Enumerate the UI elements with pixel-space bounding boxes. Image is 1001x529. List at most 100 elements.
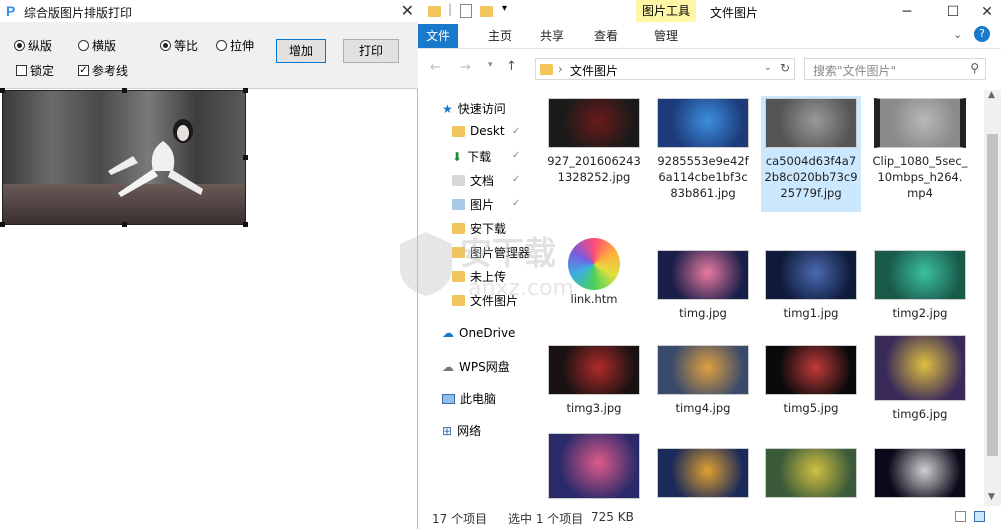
portrait-radio[interactable]: 纵版 xyxy=(14,37,52,54)
print-button[interactable]: 打印 xyxy=(343,39,399,63)
breadcrumb[interactable]: 文件图片 xyxy=(570,62,618,79)
resize-handle[interactable] xyxy=(243,222,248,227)
ribbon-tabs: 文件 主页 共享 查看 管理 ⌄ ? xyxy=(418,24,1001,49)
file-tile[interactable]: timg1.jpg xyxy=(761,250,861,321)
proportional-radio[interactable]: 等比 xyxy=(160,37,198,54)
stretch-radio[interactable]: 拉伸 xyxy=(216,37,254,54)
nav-label: Deskt xyxy=(470,124,505,138)
file-tile[interactable]: timg5.jpg xyxy=(761,345,861,416)
file-name-line: 9285553e9e42f xyxy=(657,154,749,168)
nav-label: 此电脑 xyxy=(460,392,497,406)
resize-handle[interactable] xyxy=(243,88,248,93)
file-tile[interactable]: timg2.jpg xyxy=(870,250,970,321)
qat-dropdown-icon[interactable]: ▾ xyxy=(502,3,507,14)
help-icon[interactable]: ? xyxy=(974,26,990,42)
tab-home[interactable]: 主页 xyxy=(480,24,520,48)
guides-checkbox[interactable]: ✓ 参考线 xyxy=(78,62,128,79)
selected-photo[interactable] xyxy=(2,90,246,225)
pin-icon[interactable]: ✓ xyxy=(512,198,520,209)
resize-handle[interactable] xyxy=(122,88,127,93)
file-tile[interactable]: 927_201606243 1328252.jpg xyxy=(544,98,644,185)
properties-icon[interactable] xyxy=(460,4,472,18)
nav-downloads[interactable]: ⬇ 下载 xyxy=(452,148,491,165)
ribbon-expand-icon[interactable]: ⌄ xyxy=(953,28,962,41)
file-tile[interactable] xyxy=(544,433,644,504)
scroll-thumb[interactable] xyxy=(987,134,998,456)
tab-file[interactable]: 文件 xyxy=(418,24,458,48)
address-dropdown-icon[interactable]: ⌄ xyxy=(764,62,772,73)
nav-desktop[interactable]: Deskt xyxy=(452,124,505,138)
nav-quick-access[interactable]: ★ 快速访问 xyxy=(442,100,506,117)
minimize-icon[interactable]: ─ xyxy=(884,0,930,24)
landscape-radio[interactable]: 横版 xyxy=(78,37,116,54)
resize-handle[interactable] xyxy=(0,88,5,93)
cloud-icon: ☁ xyxy=(442,326,454,340)
watermark-url: anxz.com xyxy=(468,276,574,301)
file-tile[interactable] xyxy=(653,448,753,503)
pin-icon[interactable]: ✓ xyxy=(512,174,520,185)
nav-onedrive[interactable]: ☁ OneDrive xyxy=(442,326,515,340)
resize-handle[interactable] xyxy=(0,222,5,227)
checkbox-checked-box: ✓ xyxy=(78,65,89,76)
file-tile[interactable]: timg3.jpg xyxy=(544,345,644,416)
details-view-icon[interactable] xyxy=(955,511,966,522)
file-thumbnail xyxy=(548,433,640,499)
nav-documents[interactable]: 文档 xyxy=(452,172,494,189)
add-button[interactable]: 增加 xyxy=(276,39,326,63)
file-name-line: timg4.jpg xyxy=(675,401,731,415)
item-count: 17 个项目 xyxy=(432,512,488,526)
up-icon[interactable]: ↑ xyxy=(506,59,517,74)
file-tile[interactable]: Clip_1080_5sec_ 10mbps_h264. mp4 xyxy=(870,98,970,201)
file-tile[interactable]: timg.jpg xyxy=(653,250,753,321)
file-thumbnail xyxy=(874,250,966,300)
search-input[interactable]: 搜索"文件图片" ⚲ xyxy=(804,58,986,80)
landscape-label: 横版 xyxy=(92,39,117,53)
close-icon[interactable]: ✕ xyxy=(973,0,1001,24)
forward-icon[interactable]: → xyxy=(460,60,471,75)
pin-icon[interactable]: ✓ xyxy=(512,150,520,161)
file-thumbnail xyxy=(874,335,966,401)
back-icon[interactable]: ← xyxy=(430,60,441,75)
resize-handle[interactable] xyxy=(122,222,127,227)
lock-checkbox[interactable]: 锁定 xyxy=(16,62,54,79)
close-icon[interactable]: ✕ xyxy=(401,1,414,20)
file-tile[interactable]: 9285553e9e42f 6a114cbe1bf3c 83b861.jpg xyxy=(653,98,753,201)
folder-icon xyxy=(540,64,553,75)
vertical-scrollbar[interactable]: ▲ ▼ xyxy=(984,90,1001,506)
scroll-up-icon[interactable]: ▲ xyxy=(988,90,995,100)
address-box[interactable]: › 文件图片 ⌄ ↻ xyxy=(535,58,795,80)
file-tile[interactable] xyxy=(870,448,970,503)
file-name-line: timg2.jpg xyxy=(892,306,948,320)
file-tile[interactable] xyxy=(761,448,861,503)
tab-share[interactable]: 共享 xyxy=(532,24,572,48)
refresh-icon[interactable]: ↻ xyxy=(780,61,790,75)
scroll-down-icon[interactable]: ▼ xyxy=(988,492,995,502)
nav-label: 网络 xyxy=(457,424,482,438)
file-tile-selected[interactable]: ca5004d63f4a7 2b8c020bb73c9 25779f.jpg xyxy=(761,96,861,212)
nav-this-pc[interactable]: 此电脑 xyxy=(442,390,496,407)
nav-wps[interactable]: ☁ WPS网盘 xyxy=(442,358,510,375)
tab-manage[interactable]: 管理 xyxy=(646,24,686,48)
pin-icon[interactable]: ✓ xyxy=(512,126,520,137)
file-tile[interactable]: timg4.jpg xyxy=(653,345,753,416)
selected-size: 725 KB xyxy=(591,510,634,524)
new-folder-icon[interactable] xyxy=(480,6,493,17)
star-icon: ★ xyxy=(442,101,453,116)
recent-dropdown-icon[interactable]: ▾ xyxy=(488,60,493,70)
maximize-icon[interactable]: ☐ xyxy=(930,0,976,24)
file-thumbnail xyxy=(765,98,857,148)
file-name-line: timg5.jpg xyxy=(783,401,839,415)
nav-network[interactable]: ⊞ 网络 xyxy=(442,422,481,439)
thumbnail-view-icon[interactable] xyxy=(974,511,985,522)
resize-handle[interactable] xyxy=(243,155,248,160)
file-thumbnail xyxy=(874,448,966,498)
file-thumbnail xyxy=(548,345,640,395)
picture-tools-tab[interactable]: 图片工具 xyxy=(636,0,697,22)
file-thumbnail xyxy=(765,345,857,395)
file-tile[interactable]: timg6.jpg xyxy=(870,335,970,422)
nav-pictures[interactable]: 图片 xyxy=(452,196,494,213)
document-icon xyxy=(452,175,465,186)
tab-view[interactable]: 查看 xyxy=(586,24,626,48)
lock-label: 锁定 xyxy=(30,64,55,78)
app-toolbar: 纵版 横版 等比 拉伸 锁定 ✓ 参考线 增加 打印 xyxy=(0,22,418,89)
